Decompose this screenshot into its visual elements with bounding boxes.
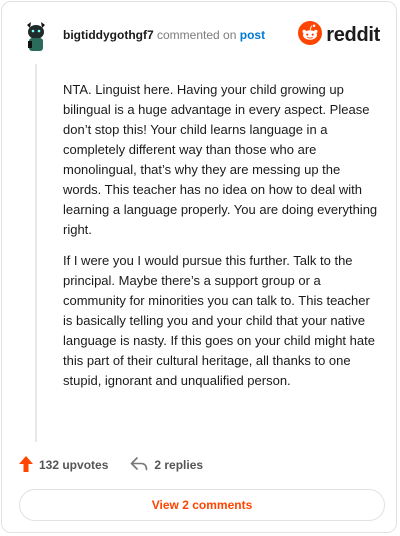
comment-paragraph-2: If I were you I would pursue this furthe… (63, 253, 375, 388)
comment-body: NTA. Linguist here. Having your child gr… (63, 80, 381, 402)
commented-on-text: commented on (157, 28, 237, 42)
username[interactable]: bigtiddygothgf7 (63, 28, 154, 42)
upvote-arrow-icon (19, 455, 39, 475)
replies-button[interactable]: 2 replies (130, 456, 204, 474)
comment-actions: 132 upvotes 2 replies (19, 455, 225, 475)
thread-line (35, 64, 37, 442)
upvote-button[interactable]: 132 upvotes (19, 455, 109, 475)
reddit-logo[interactable]: reddit (298, 20, 380, 50)
replies-count: 2 replies (154, 458, 204, 472)
comment-paragraph-1: NTA. Linguist here. Having your child gr… (63, 82, 378, 237)
comment-header: bigtiddygothgf7 commented on post reddit (19, 19, 380, 55)
user-avatar[interactable] (19, 19, 53, 53)
reply-arrow-icon (130, 456, 154, 474)
comment-meta: bigtiddygothgf7 commented on post (63, 28, 265, 42)
post-link[interactable]: post (240, 28, 265, 42)
reddit-wordmark: reddit (326, 23, 380, 46)
upvote-count: 132 upvotes (39, 458, 109, 472)
comment-card: bigtiddygothgf7 commented on post reddit (1, 1, 397, 533)
view-comments-button[interactable]: View 2 comments (19, 489, 385, 521)
reddit-logo-icon (298, 20, 323, 50)
